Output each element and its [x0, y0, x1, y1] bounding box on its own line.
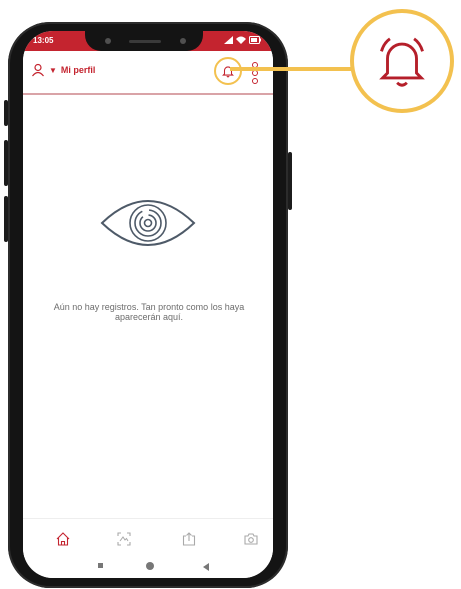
system-navigation — [23, 556, 273, 578]
scan-icon[interactable] — [116, 531, 132, 547]
profile-menu[interactable]: ▼ Mi perfil — [31, 63, 95, 77]
caret-down-icon: ▼ — [49, 65, 57, 75]
battery-icon — [249, 36, 261, 44]
callout-connector — [230, 67, 351, 71]
phone-frame: 13:05 ▼ Mi perfil Aún no hay registros. … — [4, 22, 292, 588]
back-icon[interactable] — [203, 563, 209, 571]
home-icon[interactable] — [55, 531, 71, 547]
camera-notch — [85, 31, 203, 51]
camera-icon[interactable] — [243, 531, 259, 547]
eye-maze-icon — [100, 200, 196, 246]
home-circle-icon[interactable] — [146, 562, 154, 570]
volume-button — [4, 100, 8, 126]
front-sensor — [180, 38, 186, 44]
status-icons — [223, 36, 261, 46]
app-screen: 13:05 ▼ Mi perfil Aún no hay registros. … — [23, 31, 273, 578]
volume-button — [4, 196, 8, 242]
power-button — [288, 152, 292, 210]
status-time: 13:05 — [33, 36, 54, 45]
user-icon — [32, 63, 44, 77]
wifi-icon — [235, 36, 246, 44]
recents-icon[interactable] — [98, 563, 103, 568]
notifications-button[interactable] — [214, 57, 242, 85]
signal-icon — [223, 36, 233, 44]
profile-label: Mi perfil — [60, 65, 96, 75]
front-camera — [105, 38, 111, 44]
more-vertical-icon[interactable] — [251, 60, 259, 84]
bell-callout — [350, 9, 454, 113]
upload-icon[interactable] — [181, 531, 197, 547]
empty-state-message: Aún no hay registros. Tan pronto como lo… — [53, 302, 245, 322]
status-bar: 13:05 — [23, 31, 273, 51]
volume-button — [4, 140, 8, 186]
app-header: ▼ Mi perfil — [23, 51, 273, 95]
earpiece-speaker — [129, 40, 161, 43]
bell-icon — [379, 37, 425, 87]
bottom-navigation — [23, 518, 273, 557]
